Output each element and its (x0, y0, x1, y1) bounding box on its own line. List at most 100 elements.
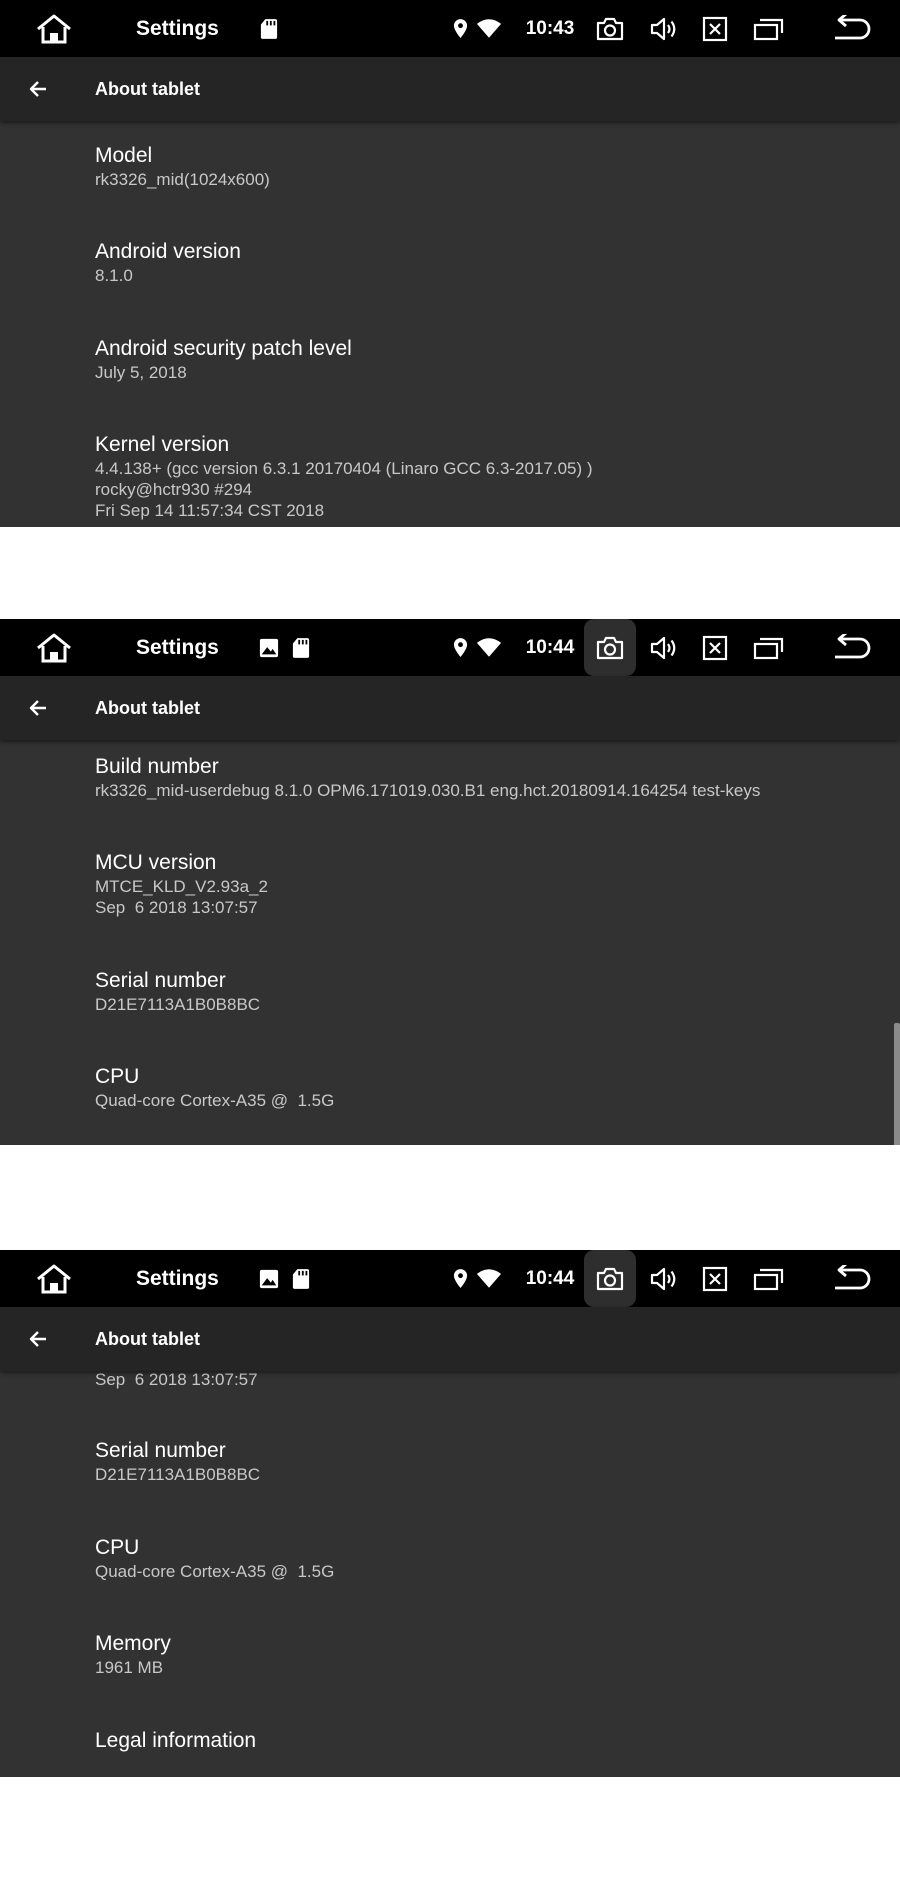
wifi-icon (474, 0, 504, 57)
volume-icon (649, 1266, 679, 1292)
pref-memory[interactable]: Memory 1961 MB (95, 1631, 880, 1678)
status-bar: Settings 10:44 (0, 1250, 900, 1307)
pref-summary: July 5, 2018 (95, 363, 187, 382)
sd-card-icon (290, 1250, 312, 1307)
pref-title: Android version (95, 240, 241, 263)
return-icon (830, 15, 872, 43)
close-icon (702, 1266, 728, 1292)
pref-model[interactable]: Model rk3326_mid(1024x600) (95, 143, 880, 190)
camera-icon (595, 635, 625, 661)
clock: 10:44 (525, 1267, 575, 1289)
pref-summary: D21E7113A1B0B8BC (95, 995, 261, 1014)
settings-list: Sep 6 2018 13:07:57 Serial number D21E71… (0, 1371, 900, 1777)
action-bar: About tablet (0, 676, 900, 740)
return-icon (830, 1265, 872, 1293)
location-icon (450, 0, 470, 57)
volume-button[interactable] (644, 1250, 684, 1307)
arrow-back-icon (26, 1327, 50, 1351)
pref-title: Kernel version (95, 433, 230, 456)
sd-card-icon (258, 0, 280, 57)
page-title: About tablet (95, 79, 200, 99)
pref-title: Serial number (95, 969, 226, 992)
pref-security-patch[interactable]: Android security patch level July 5, 201… (95, 336, 880, 383)
pref-title: Legal information (95, 1729, 257, 1752)
home-button[interactable] (28, 619, 80, 676)
arrow-back-icon (26, 77, 50, 101)
close-app-button[interactable] (698, 619, 732, 676)
pref-summary: 1961 MB (95, 1658, 164, 1677)
action-bar: About tablet (0, 57, 900, 121)
home-button[interactable] (28, 1250, 80, 1307)
back-button[interactable] (824, 619, 878, 676)
pref-title: Android security patch level (95, 337, 352, 360)
pref-title: CPU (95, 1536, 140, 1559)
screenshot-button[interactable] (584, 1250, 636, 1307)
settings-list: Model rk3326_mid(1024x600) Android versi… (0, 121, 900, 527)
image-icon (258, 619, 280, 676)
close-icon (702, 635, 728, 661)
screenshot-1: Settings 10:43 About tablet Model rk3326… (0, 0, 900, 527)
recent-apps-button[interactable] (748, 619, 790, 676)
pref-cpu[interactable]: CPU Quad-core Cortex-A35 @ 1.5G (95, 1535, 880, 1582)
close-app-button[interactable] (698, 1250, 732, 1307)
pref-summary: Quad-core Cortex-A35 @ 1.5G (95, 1562, 335, 1581)
screenshot-button[interactable] (584, 619, 636, 676)
windows-icon (753, 16, 785, 42)
pref-title: Build number (95, 755, 219, 778)
pref-android-version[interactable]: Android version 8.1.0 (95, 239, 880, 286)
arrow-back-icon (26, 696, 50, 720)
pref-summary: 8.1.0 (95, 266, 133, 285)
pref-summary: 4.4.138+ (gcc version 6.3.1 20170404 (Li… (95, 459, 593, 520)
recent-apps-button[interactable] (748, 1250, 790, 1307)
windows-icon (753, 1266, 785, 1292)
return-icon (830, 634, 872, 662)
screenshot-button[interactable] (590, 0, 630, 57)
volume-icon (649, 635, 679, 661)
pref-serial-number[interactable]: Serial number D21E7113A1B0B8BC (95, 968, 880, 1015)
home-button[interactable] (28, 0, 80, 57)
page-title: About tablet (95, 698, 200, 718)
pref-title: Model (95, 144, 153, 167)
pref-summary: rk3326_mid(1024x600) (95, 170, 270, 189)
volume-button[interactable] (644, 0, 684, 57)
pref-kernel-version[interactable]: Kernel version 4.4.138+ (gcc version 6.3… (95, 432, 880, 521)
pref-mcu-version[interactable]: MCU version MTCE_KLD_V2.93a_2 Sep 6 2018… (95, 850, 880, 918)
sd-card-icon (290, 619, 312, 676)
navigate-up-button[interactable] (22, 692, 54, 724)
volume-icon (649, 16, 679, 42)
recent-apps-button[interactable] (748, 0, 790, 57)
pref-mcu-version-partial[interactable]: Sep 6 2018 13:07:57 (95, 1371, 880, 1390)
volume-button[interactable] (644, 619, 684, 676)
location-icon (450, 1250, 470, 1307)
pref-title: MCU version (95, 851, 217, 874)
clock: 10:44 (525, 636, 575, 658)
back-button[interactable] (824, 0, 878, 57)
image-icon (258, 1250, 280, 1307)
screenshot-2: Settings 10:44 About tablet Build number… (0, 619, 900, 1145)
navigate-up-button[interactable] (22, 73, 54, 105)
clock: 10:43 (525, 17, 575, 39)
status-title: Settings (136, 635, 219, 659)
pref-serial-number[interactable]: Serial number D21E7113A1B0B8BC (95, 1438, 880, 1485)
location-icon (450, 619, 470, 676)
pref-title: Memory (95, 1632, 171, 1655)
status-bar: Settings 10:44 (0, 619, 900, 676)
pref-cpu[interactable]: CPU Quad-core Cortex-A35 @ 1.5G (95, 1064, 880, 1111)
pref-legal-information[interactable]: Legal information (95, 1728, 880, 1754)
pref-build-number[interactable]: Build number rk3326_mid-userdebug 8.1.0 … (95, 754, 880, 801)
back-button[interactable] (824, 1250, 878, 1307)
action-bar: About tablet (0, 1307, 900, 1371)
status-title: Settings (136, 16, 219, 40)
camera-icon (595, 16, 625, 42)
screenshot-3: Settings 10:44 About tablet Sep 6 2018 1… (0, 1250, 900, 1777)
windows-icon (753, 635, 785, 661)
scrollbar[interactable] (894, 1023, 900, 1145)
pref-summary: Quad-core Cortex-A35 @ 1.5G (95, 1091, 335, 1110)
close-app-button[interactable] (698, 0, 732, 57)
navigate-up-button[interactable] (22, 1323, 54, 1355)
home-icon (34, 1263, 74, 1295)
page-title: About tablet (95, 1329, 200, 1349)
home-icon (34, 632, 74, 664)
pref-summary: Sep 6 2018 13:07:57 (95, 1371, 258, 1389)
close-icon (702, 16, 728, 42)
